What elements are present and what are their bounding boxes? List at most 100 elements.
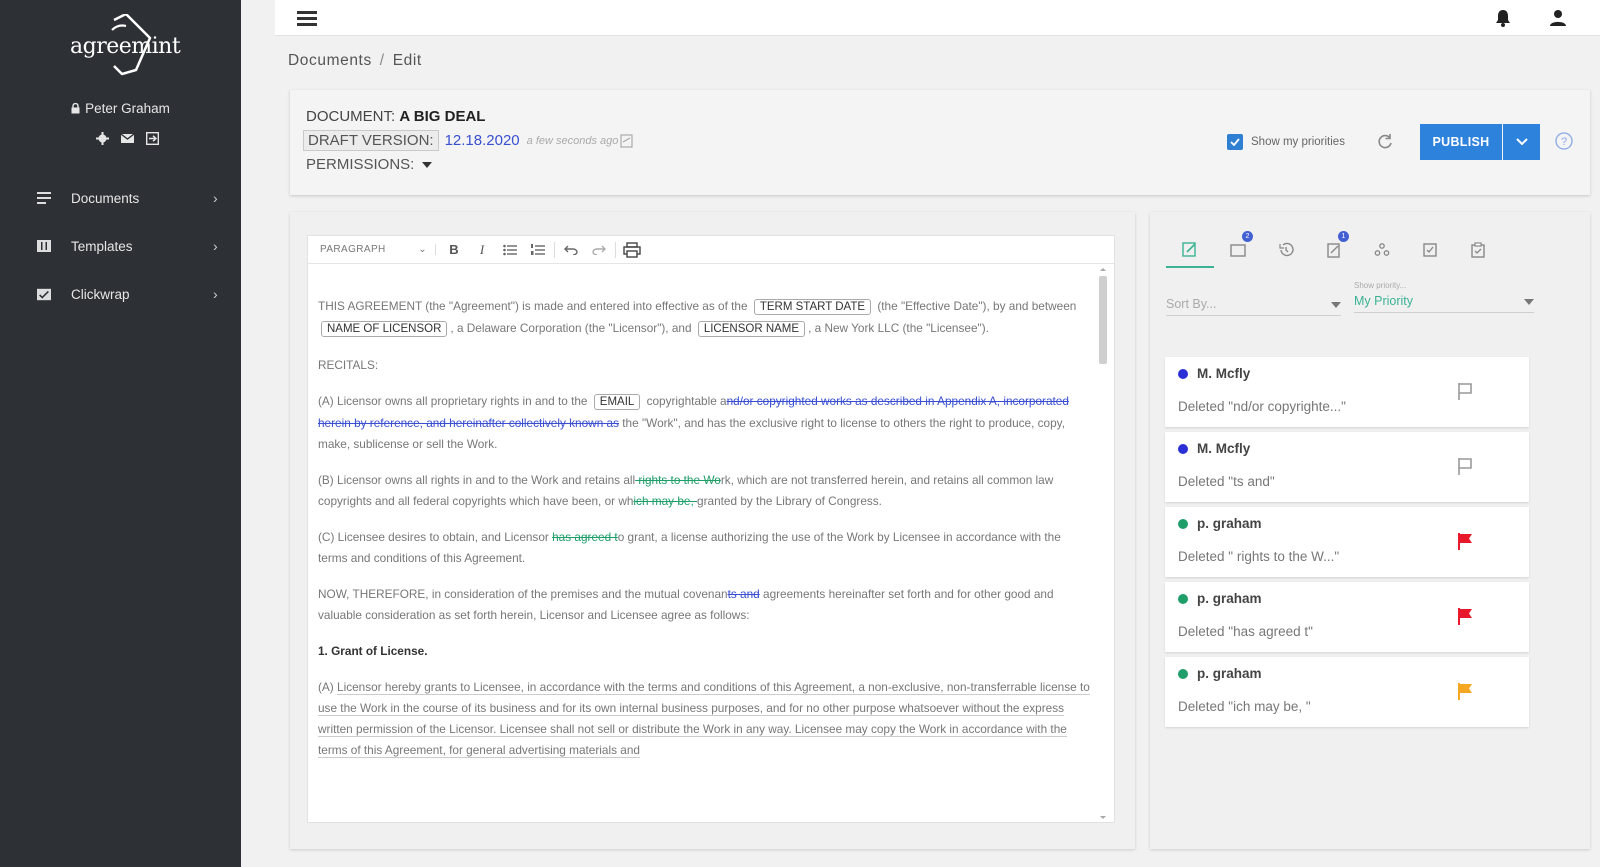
tab-approvals[interactable] [1406,232,1454,268]
text-run: , a New York LLC (the "Licensee"). [808,321,989,335]
sidebar-item-templates[interactable]: Templates › [0,222,241,270]
tab-clipboard[interactable] [1454,232,1502,268]
notifications-bell-icon[interactable] [1493,8,1513,28]
paragraph-style-select[interactable]: PARAGRAPH ⌄ [320,244,436,255]
undo-icon[interactable] [557,239,585,261]
priority-select[interactable]: My Priority [1354,294,1534,313]
user-account-icon[interactable] [1548,8,1568,28]
editor-content[interactable]: THIS AGREEMENT (the "Agreement") is made… [318,296,1093,776]
comment-icon [1230,244,1246,257]
field-name-of-licensor[interactable]: NAME OF LICENSOR [321,321,448,337]
scrollbar-thumb[interactable] [1099,276,1107,364]
checkbox-checked-icon[interactable] [1227,134,1243,150]
publish-options-button[interactable] [1503,124,1540,160]
user-name-line: Peter Graham [0,101,241,116]
field-email[interactable]: EMAIL [593,394,641,410]
scroll-down-icon[interactable] [1094,815,1112,821]
priority-value: My Priority [1354,294,1414,308]
publish-button[interactable]: PUBLISH [1420,124,1502,160]
tracked-deletion[interactable]: ts and [728,587,760,601]
italic-icon[interactable]: I [468,239,496,261]
recital-b: (B) Licensor owns all rights in and to t… [318,470,1093,512]
chevron-right-icon: › [213,190,218,206]
tab-notes[interactable]: 1 [1310,231,1358,268]
svg-text:?: ? [1561,136,1567,148]
text-run: THIS AGREEMENT (the "Agreement") is made… [318,299,748,313]
author-dot [1178,444,1188,454]
tracked-deletion[interactable]: rights to the Wo [635,473,720,487]
priority-flag-icon[interactable] [1455,681,1475,701]
change-card[interactable]: p. graham Deleted "has agreed t" [1165,582,1529,652]
sidebar-item-label: Clickwrap [71,286,130,302]
sidebar-item-clickwrap[interactable]: Clickwrap › [0,270,241,318]
editor-scrollbar[interactable] [1094,266,1112,821]
draft-version: DRAFT VERSION: 12.18.2020 a few seconds … [303,130,633,151]
change-card[interactable]: p. graham Deleted " rights to the W..." [1165,507,1529,577]
bulleted-list-icon[interactable] [496,239,524,261]
change-card[interactable]: M. Mcfly Deleted "nd/or copyrighte..." [1165,357,1529,427]
author-dot [1178,669,1188,679]
tab-edits[interactable] [1166,232,1214,268]
clipboard-icon [1471,242,1485,258]
sort-by-select[interactable]: Sort By... [1166,297,1341,316]
menu-toggle-icon[interactable] [297,11,317,26]
tab-history[interactable] [1262,232,1310,268]
priority-flag-icon[interactable] [1455,531,1475,551]
document-editor[interactable]: PARAGRAPH ⌄ B I THIS AGREEMENT (the "Agr… [307,235,1115,823]
refresh-icon[interactable] [1375,132,1395,152]
print-icon[interactable] [618,239,646,261]
tab-comments[interactable]: 2 [1214,231,1262,268]
toolbar-divider [615,241,616,258]
chevron-down-icon: ⌄ [418,244,427,255]
flag-outline-icon[interactable] [1455,381,1475,401]
redo-icon[interactable] [585,239,613,261]
section-heading: 1. Grant of License. [318,644,428,658]
sidebar-item-documents[interactable]: Documents › [0,174,241,222]
breadcrumb-documents[interactable]: Documents [288,52,372,69]
sidebar: agreemint Peter Graham Documents › Templ… [0,0,241,867]
change-list: M. Mcfly Deleted "nd/or copyrighte..." M. … [1165,357,1529,732]
mail-icon[interactable] [121,132,134,145]
grant-paragraph: (A) Licensor hereby grants to Licensee, … [318,677,1093,761]
permissions-dropdown[interactable]: PERMISSIONS: [306,156,433,173]
priority-flag-icon[interactable] [1455,606,1475,626]
numbered-list-icon[interactable] [524,239,552,261]
logout-icon[interactable] [146,132,159,145]
text-run: (A) [318,680,334,694]
change-description: Deleted " rights to the W..." [1178,549,1340,564]
edit-document-icon [1182,242,1196,257]
brand-logo[interactable]: agreemint [66,12,181,78]
caret-down-icon [1524,299,1534,305]
templates-icon [37,240,51,252]
tab-badge: 1 [1338,231,1349,242]
bold-icon[interactable]: B [440,239,468,261]
paragraph-style-value: PARAGRAPH [320,244,386,255]
change-author: M. Mcfly [1197,366,1251,381]
tab-signers[interactable] [1358,232,1406,268]
scroll-up-icon[interactable] [1094,266,1112,272]
settings-gear-icon[interactable] [96,132,109,145]
sidebar-item-label: Documents [71,190,140,206]
draft-version-label: DRAFT VERSION: [303,130,439,151]
flag-outline-icon[interactable] [1455,456,1475,476]
sidebar-item-label: Templates [71,238,133,254]
tracked-deletion[interactable]: ich may be, [633,494,697,508]
document-header: DOCUMENT: A BIG DEAL DRAFT VERSION: 12.1… [290,90,1590,195]
caret-down-icon [422,161,433,168]
field-term-start-date[interactable]: TERM START DATE [753,299,872,315]
draft-saved-time: a few seconds ago [526,134,619,147]
breadcrumb: Documents / Edit [288,52,422,70]
editor-panel: PARAGRAPH ⌄ B I THIS AGREEMENT (the "Agr… [290,212,1135,849]
recitals-heading: RECITALS: [318,358,379,372]
show-priorities-toggle[interactable]: Show my priorities [1227,134,1345,150]
change-card[interactable]: M. Mcfly Deleted "ts and" [1165,432,1529,502]
priority-filter: Show priority... My Priority [1354,281,1534,313]
help-icon[interactable]: ? [1555,132,1573,150]
change-author: p. graham [1197,516,1262,531]
tracked-deletion[interactable]: has agreed t [552,530,618,544]
text-run: granted by the Library of Congress. [697,494,882,508]
change-card[interactable]: p. graham Deleted "ich may be, " [1165,657,1529,727]
save-note-icon[interactable] [620,133,633,148]
field-licensor-name[interactable]: LICENSOR NAME [697,321,806,337]
draft-version-date[interactable]: 12.18.2020 [445,132,520,149]
